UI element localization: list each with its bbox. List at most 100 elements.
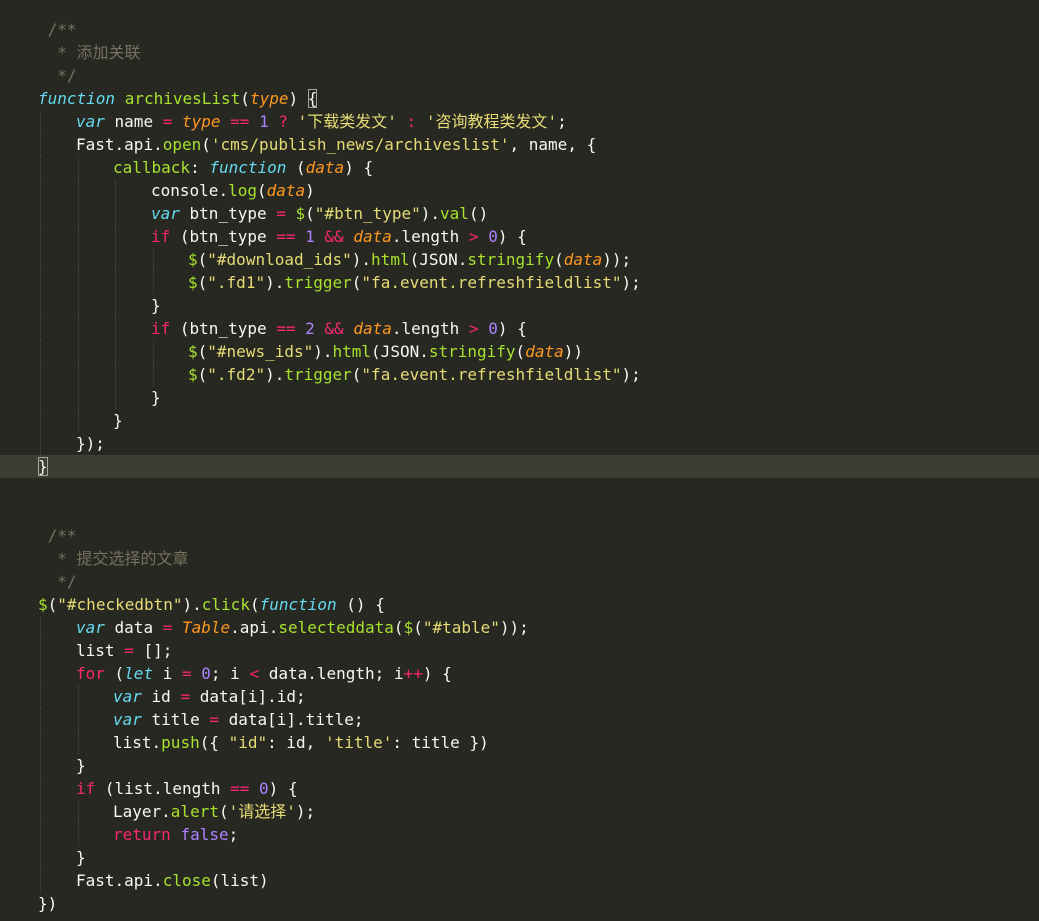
code-token: function <box>209 158 287 177</box>
code-token: : id, <box>267 733 325 752</box>
indent-guide <box>115 248 116 271</box>
code-line[interactable]: } <box>0 846 1039 869</box>
code-line[interactable]: $("#news_ids").html(JSON.stringify(data)… <box>0 340 1039 363</box>
code-line[interactable]: } <box>0 386 1039 409</box>
indent-guide <box>40 754 41 777</box>
code-token: $ <box>38 595 48 614</box>
code-line[interactable]: Fast.api.close(list) <box>0 869 1039 892</box>
code-token: btn_type <box>179 204 277 223</box>
code-line[interactable]: /** <box>0 18 1039 41</box>
code-line[interactable]: */ <box>0 64 1039 87</box>
code-token: var <box>113 710 142 729</box>
indent-guide <box>78 271 79 294</box>
code-line[interactable]: var id = data[i].id; <box>0 685 1039 708</box>
code-token: if <box>76 779 96 798</box>
code-token: ( <box>305 204 315 223</box>
code-line[interactable]: Layer.alert('请选择'); <box>0 800 1039 823</box>
code-line[interactable]: if (btn_type == 2 && data.length > 0) { <box>0 317 1039 340</box>
matched-bracket: { <box>307 89 318 108</box>
line-text: $(".fd2").trigger("fa.event.refreshfield… <box>188 363 641 386</box>
code-token: ( <box>47 595 58 614</box>
code-token: ( <box>249 595 260 614</box>
indent-guide <box>78 800 79 823</box>
indent-guide <box>78 340 79 363</box>
code-line[interactable]: } <box>0 455 1039 478</box>
code-token: * 添加关联 <box>38 43 141 62</box>
indent-guide <box>153 271 154 294</box>
code-line[interactable]: * 添加关联 <box>0 41 1039 64</box>
code-line[interactable]: }) <box>0 892 1039 915</box>
code-line[interactable]: } <box>0 754 1039 777</box>
code-line[interactable]: if (btn_type == 1 && data.length > 0) { <box>0 225 1039 248</box>
code-token: : <box>406 112 417 131</box>
code-token: "id" <box>228 733 268 752</box>
code-line[interactable]: console.log(data) <box>0 179 1039 202</box>
code-line[interactable]: } <box>0 294 1039 317</box>
indent-guide <box>153 340 154 363</box>
line-text: */ <box>38 570 76 593</box>
code-line[interactable]: var title = data[i].title; <box>0 708 1039 731</box>
code-line[interactable]: var data = Table.api.selecteddata($("#ta… <box>0 616 1039 639</box>
code-line[interactable]: /** <box>0 524 1039 547</box>
code-line[interactable]: $(".fd2").trigger("fa.event.refreshfield… <box>0 363 1039 386</box>
code-token: /** <box>38 526 77 545</box>
line-text: var btn_type = $("#btn_type").val() <box>151 202 488 225</box>
code-editor[interactable]: /** * 添加关联 */function archivesList(type)… <box>0 0 1039 921</box>
code-line[interactable]: for (let i = 0; i < data.length; i++) { <box>0 662 1039 685</box>
code-line[interactable] <box>0 501 1039 524</box>
indent-guide <box>40 777 41 800</box>
code-token: []; <box>133 641 173 660</box>
code-token: ) { <box>497 227 527 246</box>
code-line[interactable]: */ <box>0 570 1039 593</box>
code-token: ); <box>621 273 641 292</box>
code-line[interactable] <box>0 478 1039 501</box>
indent-guide <box>78 248 79 271</box>
code-line[interactable]: $("#download_ids").html(JSON.stringify(d… <box>0 248 1039 271</box>
indent-guide <box>40 639 41 662</box>
code-line[interactable]: list = []; <box>0 639 1039 662</box>
code-line[interactable]: var btn_type = $("#btn_type").val() <box>0 202 1039 225</box>
code-token: html <box>332 342 372 361</box>
code-token: ). <box>182 595 202 614</box>
indent-guide <box>40 616 41 639</box>
code-line[interactable]: Fast.api.open('cms/publish_news/archives… <box>0 133 1039 156</box>
code-token: (JSON. <box>371 342 429 361</box>
code-line[interactable]: var name = type == 1 ? '下载类发文' : '咨询教程类发… <box>0 110 1039 133</box>
code-line[interactable]: $("#checkedbtn").click(function () { <box>0 593 1039 616</box>
code-token: ( <box>197 273 208 292</box>
code-token: ({ <box>199 733 229 752</box>
code-line[interactable]: return false; <box>0 823 1039 846</box>
code-token: '咨询教程类发文' <box>425 112 558 131</box>
code-token: ). <box>313 342 333 361</box>
code-line[interactable]: } <box>0 409 1039 432</box>
code-token: && <box>324 319 344 338</box>
code-line[interactable]: * 提交选择的文章 <box>0 547 1039 570</box>
code-line[interactable]: callback: function (data) { <box>0 156 1039 179</box>
code-line[interactable]: list.push({ "id": id, 'title': title }) <box>0 731 1039 754</box>
indent-guide <box>40 110 41 133</box>
code-token: . <box>218 181 229 200</box>
code-token: ); <box>295 802 316 821</box>
code-token: (list.length <box>95 779 231 798</box>
code-line[interactable]: function archivesList(type) { <box>0 87 1039 110</box>
indent-guide <box>40 731 41 754</box>
code-line[interactable]: }); <box>0 432 1039 455</box>
code-token: (btn_type <box>170 319 277 338</box>
code-token: = <box>276 204 286 223</box>
line-text: Fast.api.close(list) <box>76 869 269 892</box>
indent-guide <box>115 202 116 225</box>
code-line[interactable]: $(".fd1").trigger("fa.event.refreshfield… <box>0 271 1039 294</box>
code-token: .length <box>391 227 469 246</box>
code-line[interactable]: if (list.length == 0) { <box>0 777 1039 800</box>
code-token: () { <box>336 595 385 614</box>
indent-guide <box>78 225 79 248</box>
indent-guide <box>115 340 116 363</box>
code-token: ). <box>265 273 285 292</box>
code-token: ). <box>420 204 441 223</box>
code-token: = <box>181 664 192 683</box>
